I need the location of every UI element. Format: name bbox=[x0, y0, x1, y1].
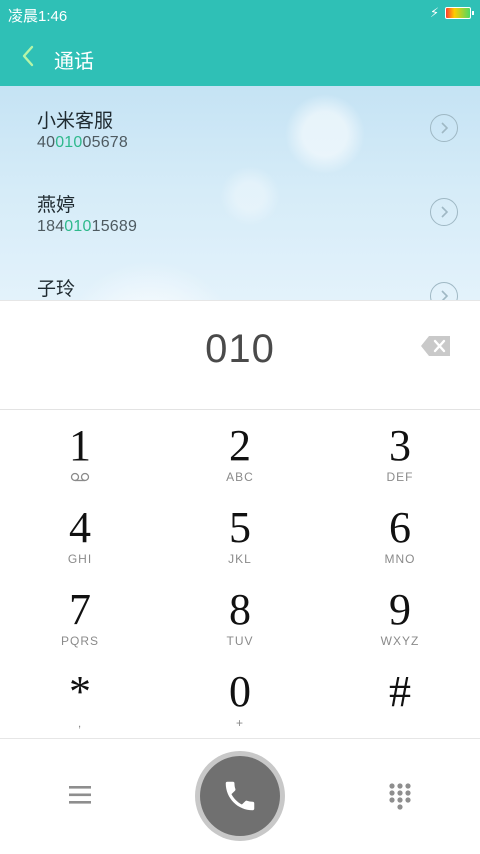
key-star[interactable]: * , bbox=[0, 654, 160, 736]
contact-row[interactable]: 小米客服 4001005678 bbox=[0, 86, 480, 170]
contact-detail-button[interactable] bbox=[430, 282, 458, 300]
key-6[interactable]: 6 MNO bbox=[320, 490, 480, 572]
phone-icon bbox=[225, 781, 255, 811]
key-letters: WXYZ bbox=[380, 634, 420, 648]
contact-name: 燕婷 bbox=[37, 195, 76, 216]
charging-icon: ⚡ bbox=[430, 5, 440, 20]
backspace-button[interactable] bbox=[420, 335, 452, 357]
number-match: 010 bbox=[55, 134, 83, 151]
key-3[interactable]: 3 DEF bbox=[320, 408, 480, 490]
key-digit: * bbox=[69, 667, 91, 716]
contact-row[interactable]: 子玲 bbox=[0, 254, 480, 300]
dialpad-toggle-button[interactable] bbox=[386, 781, 414, 811]
contact-row[interactable]: 燕婷 18401015689 bbox=[0, 170, 480, 254]
key-digit: 8 bbox=[229, 585, 251, 634]
menu-button[interactable] bbox=[66, 783, 94, 807]
key-digit: 4 bbox=[69, 503, 91, 552]
number-part: 40 bbox=[37, 134, 56, 151]
key-digit: 9 bbox=[389, 585, 411, 634]
chevron-left-icon bbox=[22, 45, 34, 67]
contact-detail-button[interactable] bbox=[430, 198, 458, 226]
search-results: 小米客服 4001005678 燕婷 18401015689 子玲 bbox=[0, 86, 480, 300]
contact-name: 小米客服 bbox=[37, 111, 114, 132]
dialpad-icon bbox=[389, 783, 411, 810]
header: 通话 bbox=[0, 28, 480, 86]
chevron-right-circle-icon bbox=[441, 290, 449, 300]
number-part: 184 bbox=[37, 218, 65, 235]
page-title: 通话 bbox=[54, 51, 94, 73]
call-button[interactable] bbox=[200, 756, 280, 836]
status-time: 凌晨1:46 bbox=[8, 8, 68, 25]
key-letters: + bbox=[235, 716, 244, 730]
key-digit: 5 bbox=[229, 503, 251, 552]
key-letters: TUV bbox=[226, 634, 254, 648]
key-digit: 7 bbox=[69, 585, 91, 634]
key-letters: MNO bbox=[384, 552, 416, 566]
key-letters: ABC bbox=[226, 470, 254, 484]
key-0[interactable]: 0 + bbox=[160, 654, 320, 736]
key-letters: DEF bbox=[386, 470, 414, 484]
key-8[interactable]: 8 TUV bbox=[160, 572, 320, 654]
contact-detail-button[interactable] bbox=[430, 114, 458, 142]
status-bar: 凌晨1:46 ⚡ bbox=[0, 0, 480, 28]
dialed-number: 010 bbox=[205, 327, 275, 371]
key-letters: JKL bbox=[228, 552, 252, 566]
key-4[interactable]: 4 GHI bbox=[0, 490, 160, 572]
number-match: 010 bbox=[64, 218, 92, 235]
number-part: 15689 bbox=[91, 218, 138, 235]
backspace-icon bbox=[421, 336, 450, 356]
battery-icon bbox=[445, 7, 474, 19]
key-letters: PQRS bbox=[60, 634, 99, 648]
key-5[interactable]: 5 JKL bbox=[160, 490, 320, 572]
dialpad: 1 2 ABC 3 DEF 4 GHI 5 JKL 6 MNO 7 PQRS 8… bbox=[0, 408, 480, 738]
key-1[interactable]: 1 bbox=[0, 408, 160, 490]
dial-display: 010 bbox=[0, 300, 480, 410]
key-9[interactable]: 9 WXYZ bbox=[320, 572, 480, 654]
key-digit: 1 bbox=[69, 421, 91, 470]
key-7[interactable]: 7 PQRS bbox=[0, 572, 160, 654]
number-part: 05678 bbox=[82, 134, 128, 151]
contact-number: 4001005678 bbox=[37, 134, 128, 152]
contact-name: 子玲 bbox=[37, 279, 76, 300]
key-digit: 0 bbox=[229, 667, 251, 716]
key-hash[interactable]: # bbox=[320, 654, 480, 736]
menu-icon bbox=[69, 786, 91, 804]
contact-number: 18401015689 bbox=[37, 218, 137, 236]
key-digit: # bbox=[389, 667, 411, 716]
action-bar bbox=[0, 738, 480, 854]
voicemail-icon bbox=[70, 472, 90, 482]
key-digit: 6 bbox=[389, 503, 411, 552]
key-letters: GHI bbox=[67, 552, 93, 566]
key-2[interactable]: 2 ABC bbox=[160, 408, 320, 490]
key-digit: 3 bbox=[389, 421, 411, 470]
key-digit: 2 bbox=[229, 421, 251, 470]
key-letters: , bbox=[77, 716, 83, 730]
chevron-right-circle-icon bbox=[441, 206, 449, 218]
chevron-right-circle-icon bbox=[441, 122, 449, 134]
back-button[interactable] bbox=[18, 42, 42, 70]
